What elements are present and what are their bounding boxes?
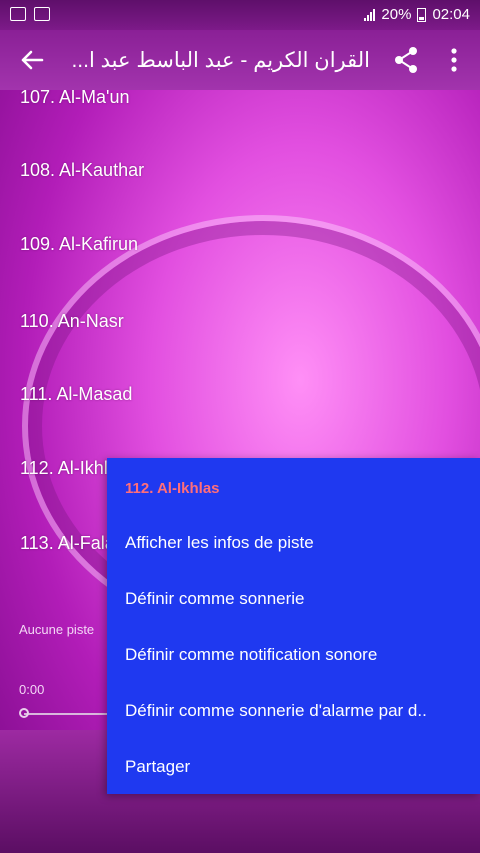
signal-icon <box>364 8 376 21</box>
menu-item-set-ringtone[interactable]: Définir comme sonnerie <box>125 589 305 609</box>
battery-percent: 20% <box>381 6 412 23</box>
seek-thumb[interactable] <box>19 708 29 718</box>
clock: 02:04 <box>432 6 470 23</box>
menu-item-share[interactable]: Partager <box>125 757 190 777</box>
track-item[interactable]: 107. Al-Ma'un <box>20 90 130 108</box>
track-item[interactable]: 109. Al-Kafirun <box>20 234 138 255</box>
elapsed-time: 0:00 <box>19 682 45 697</box>
now-playing-label: Aucune piste <box>19 622 95 637</box>
app-toolbar: القران الكريم - عبد الباسط عبد ا... <box>0 30 480 90</box>
more-options-icon[interactable] <box>444 46 464 74</box>
track-item[interactable]: 111. Al-Masad <box>20 384 132 405</box>
track-item[interactable]: 108. Al-Kauthar <box>20 160 144 181</box>
menu-item-set-alarm[interactable]: Définir comme sonnerie d'alarme par d.. <box>125 701 427 721</box>
context-menu: 112. Al-Ikhlas Afficher les infos de pis… <box>107 458 480 794</box>
track-item[interactable]: 110. An-Nasr <box>20 311 124 332</box>
seek-bar[interactable] <box>24 713 109 715</box>
share-icon[interactable] <box>393 46 419 74</box>
gallery-notification-icon <box>10 7 26 21</box>
image-notification-icon <box>34 7 50 21</box>
menu-item-set-notification[interactable]: Définir comme notification sonore <box>125 645 377 665</box>
back-arrow-icon[interactable] <box>16 44 48 76</box>
menu-header: 112. Al-Ikhlas <box>125 480 220 497</box>
menu-item-track-info[interactable]: Afficher les infos de piste <box>125 533 314 553</box>
status-bar: 20% 02:04 <box>0 0 480 30</box>
battery-icon <box>417 7 427 22</box>
page-title: القران الكريم - عبد الباسط عبد ا... <box>71 49 370 72</box>
